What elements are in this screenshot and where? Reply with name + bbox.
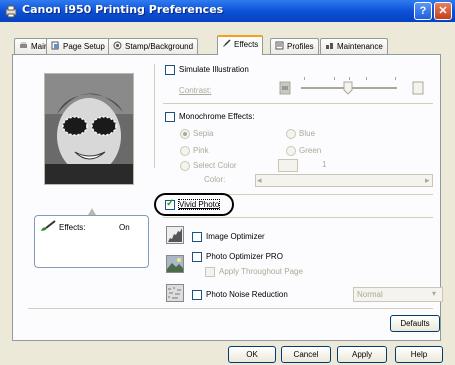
color-label: Color: bbox=[204, 175, 226, 184]
blue-radio[interactable] bbox=[286, 129, 296, 139]
photo-noise-reduction-checkbox[interactable] bbox=[192, 290, 202, 300]
image-optimizer-checkbox[interactable] bbox=[192, 232, 202, 242]
help-button[interactable]: Help bbox=[395, 346, 443, 363]
blue-label: Blue bbox=[299, 129, 316, 138]
photo-optimizer-pro-checkbox[interactable] bbox=[192, 252, 202, 262]
tab-effects[interactable]: Effects bbox=[217, 35, 264, 55]
chevron-down-icon: ▾ bbox=[432, 289, 437, 298]
contrast-slider-thumb[interactable] bbox=[343, 81, 353, 95]
slider-tick bbox=[334, 77, 335, 80]
apply-throughout-page-checkbox[interactable] bbox=[205, 267, 215, 277]
tab-stamp-background[interactable]: Stamp/Background bbox=[108, 38, 199, 54]
separator bbox=[154, 64, 155, 168]
sepia-radio[interactable] bbox=[180, 129, 190, 139]
photo-noise-reduction-label: Photo Noise Reduction bbox=[206, 290, 288, 299]
slider-tick bbox=[304, 77, 305, 80]
separator bbox=[163, 103, 433, 104]
photo-optimizer-pro-label: Photo Optimizer PRO bbox=[206, 252, 283, 261]
sepia-label: Sepia bbox=[193, 129, 214, 138]
color-swatch[interactable] bbox=[278, 159, 298, 172]
tab-page-setup-label: Page Setup bbox=[63, 42, 105, 51]
contrast-high-icon bbox=[412, 81, 424, 95]
effects-status-value: On bbox=[119, 223, 130, 232]
image-optimizer-label: Image Optimizer bbox=[206, 232, 265, 241]
child-photo-preview bbox=[45, 74, 133, 184]
noise-reduction-icon bbox=[166, 284, 184, 302]
maintenance-icon bbox=[325, 41, 334, 50]
simulate-illustration-label: Simulate Illustration bbox=[179, 65, 249, 74]
select-color-radio[interactable] bbox=[180, 161, 190, 171]
tab-stamp-background-label: Stamp/Background bbox=[125, 42, 194, 51]
ok-button[interactable]: OK bbox=[228, 346, 276, 363]
cancel-button[interactable]: Cancel bbox=[281, 346, 331, 363]
page-setup-icon bbox=[51, 41, 60, 50]
slider-tick bbox=[349, 77, 350, 80]
separator bbox=[163, 217, 433, 218]
slider-tick bbox=[395, 77, 396, 80]
stamp-icon bbox=[113, 41, 122, 50]
vivid-photo-highlight-ellipse bbox=[154, 193, 234, 216]
contrast-label: Contrast: bbox=[179, 86, 212, 95]
simulate-illustration-checkbox[interactable] bbox=[165, 65, 175, 75]
green-radio[interactable] bbox=[286, 146, 296, 156]
monochrome-effects-label: Monochrome Effects: bbox=[179, 112, 255, 121]
tab-profiles-label: Profiles bbox=[287, 42, 314, 51]
printer-app-icon bbox=[5, 5, 17, 18]
effects-brush-status-icon bbox=[41, 220, 56, 231]
separator bbox=[28, 308, 433, 309]
tab-effects-label: Effects bbox=[234, 40, 259, 49]
tab-maintenance[interactable]: Maintenance bbox=[320, 38, 388, 54]
effects-status-label: Effects: bbox=[59, 223, 86, 232]
pink-label: Pink bbox=[193, 146, 209, 155]
window-title: Canon i950 Printing Preferences bbox=[22, 3, 224, 16]
tab-maintenance-label: Maintenance bbox=[337, 42, 383, 51]
preview-pointer-arrow bbox=[88, 208, 96, 215]
tab-profiles[interactable]: Profiles bbox=[270, 38, 319, 54]
apply-button[interactable]: Apply bbox=[337, 346, 387, 363]
color-scrollbar[interactable] bbox=[255, 174, 433, 187]
select-color-label: Select Color bbox=[193, 161, 237, 170]
contrast-low-icon bbox=[279, 81, 291, 95]
apply-throughout-page-label: Apply Throughout Page bbox=[219, 267, 303, 276]
preview-image-frame bbox=[44, 73, 134, 185]
profiles-icon bbox=[275, 41, 284, 50]
printer-icon bbox=[19, 41, 28, 50]
scroll-left-arrow-icon[interactable]: ◂ bbox=[257, 175, 262, 186]
close-button[interactable]: ✕ bbox=[434, 2, 452, 20]
scroll-right-arrow-icon[interactable]: ▸ bbox=[425, 175, 430, 186]
noise-reduction-select-value: Normal bbox=[357, 290, 383, 299]
effects-brush-icon bbox=[222, 39, 231, 48]
color-index-value: 1 bbox=[322, 160, 327, 169]
pink-radio[interactable] bbox=[180, 146, 190, 156]
slider-tick bbox=[366, 77, 367, 80]
monochrome-effects-checkbox[interactable] bbox=[165, 112, 175, 122]
image-optimizer-icon bbox=[166, 226, 184, 244]
green-label: Green bbox=[299, 146, 322, 155]
defaults-button[interactable]: Defaults bbox=[390, 315, 440, 332]
help-title-button[interactable]: ? bbox=[414, 2, 432, 20]
tab-page-setup[interactable]: Page Setup bbox=[46, 38, 110, 54]
photo-optimizer-icon bbox=[166, 255, 184, 273]
